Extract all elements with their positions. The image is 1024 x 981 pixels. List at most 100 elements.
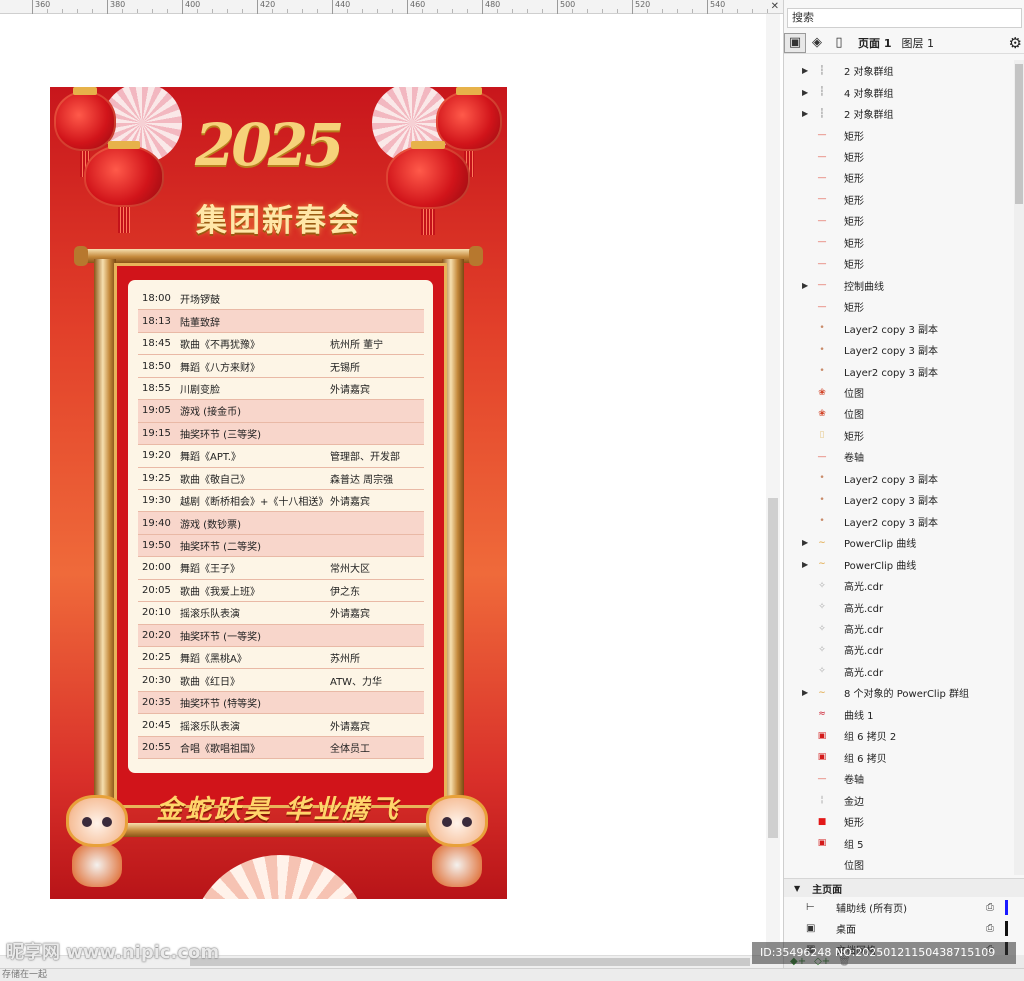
- object-tree-item[interactable]: ❀ 位图: [784, 382, 1014, 403]
- current-page-label[interactable]: 页面 1: [858, 35, 891, 51]
- object-tree-item[interactable]: ¦ 金边: [784, 789, 1014, 810]
- object-tree-item[interactable]: — 矩形: [784, 146, 1014, 167]
- poster-artwork[interactable]: 2025 集团新春会 18:00 开场锣鼓 18:13 陆董致辞 18:45 歌曲《不再犹…: [50, 87, 507, 899]
- schedule-row: 18:00 开场锣鼓: [138, 288, 424, 311]
- object-name: 位图: [844, 410, 864, 422]
- line-icon: —: [817, 194, 827, 205]
- object-tree-item[interactable]: ▶ ∼ 8 个对象的 PowerClip 群组: [784, 682, 1014, 703]
- object-tree-item[interactable]: ≈ 曲线 1: [784, 704, 1014, 725]
- object-tree-item[interactable]: ▶ ∼ PowerClip 曲线: [784, 532, 1014, 553]
- object-tree-item[interactable]: — 矩形: [784, 167, 1014, 188]
- object-tree-item[interactable]: — 卷轴: [784, 768, 1014, 789]
- layers-icon[interactable]: ◈: [806, 33, 828, 53]
- schedule-row: 20:35 抽奖环节 (特等奖): [138, 691, 424, 715]
- current-layer-label[interactable]: 图层 1: [901, 35, 934, 51]
- object-tree-item[interactable]: — 矩形: [784, 124, 1014, 145]
- object-tree-item[interactable]: ▶ ┆ 2 对象群组: [784, 103, 1014, 124]
- object-tree-item[interactable]: • Layer2 copy 3 副本: [784, 489, 1014, 510]
- object-tree-item[interactable]: — 矩形: [784, 189, 1014, 210]
- schedule-row: 20:55 合唱《歌唱祖国》 全体员工: [138, 736, 424, 760]
- schedule-program: 游戏 (数钞票): [180, 519, 241, 531]
- expand-arrow-icon[interactable]: ▶: [802, 688, 808, 697]
- master-page-header[interactable]: ▼ 主页面: [784, 878, 1024, 897]
- schedule-program: 陆董致辞: [180, 317, 220, 329]
- object-name: 矩形: [844, 260, 864, 272]
- object-tree-item[interactable]: — 矩形: [784, 296, 1014, 317]
- year-artwork: 2025: [195, 111, 344, 179]
- schedule-time: 20:25: [142, 652, 171, 664]
- master-layer-row[interactable]: ⊢ 辅助线 (所有页) ⎙: [784, 897, 1024, 918]
- line-icon: —: [817, 172, 827, 183]
- object-name: 高光.cdr: [844, 603, 884, 615]
- schedule-program: 川剧变脸: [180, 384, 220, 396]
- object-tree-item[interactable]: ✧ 高光.cdr: [784, 575, 1014, 596]
- schedule-program: 抽奖环节 (三等奖): [180, 429, 261, 441]
- object-tree-item[interactable]: ▶ ∼ PowerClip 曲线: [784, 553, 1014, 574]
- expand-arrow-icon[interactable]: ▶: [802, 109, 808, 118]
- print-icon[interactable]: ⎙: [986, 902, 994, 913]
- lantern-icon: [436, 87, 502, 177]
- object-name: 卷轴: [844, 453, 864, 465]
- object-name: 位图: [844, 389, 864, 401]
- close-icon[interactable]: ✕: [771, 1, 779, 12]
- object-tree-item[interactable]: ▶ ┆ 4 对象群组: [784, 81, 1014, 102]
- object-tree-item[interactable]: • Layer2 copy 3 副本: [784, 511, 1014, 532]
- object-tree-item[interactable]: • Layer2 copy 3 副本: [784, 468, 1014, 489]
- layer-color-swatch[interactable]: [1005, 921, 1008, 936]
- expand-arrow-icon[interactable]: ▶: [802, 538, 808, 547]
- object-tree-item[interactable]: ▣ 组 5: [784, 832, 1014, 853]
- schedule-performer: 无锡所: [330, 362, 360, 374]
- object-tree-item[interactable]: ▯ 矩形: [784, 425, 1014, 446]
- expand-arrow-icon[interactable]: ▶: [802, 88, 808, 97]
- page-icon[interactable]: ▯: [828, 33, 850, 53]
- schedule-performer: 外请嘉宾: [330, 609, 370, 621]
- layer-color-swatch[interactable]: [1005, 900, 1008, 915]
- expand-arrow-icon[interactable]: ▶: [802, 281, 808, 290]
- object-tree-item[interactable]: ▶ — 控制曲线: [784, 275, 1014, 296]
- schedule-time: 20:10: [142, 607, 171, 619]
- sparkle-icon: ✧: [818, 644, 826, 655]
- expand-arrow-icon[interactable]: ▶: [802, 560, 808, 569]
- canvas-vertical-scrollbar[interactable]: [766, 14, 780, 954]
- dot-icon: •: [819, 516, 825, 527]
- schedule-performer: 外请嘉宾: [330, 721, 370, 733]
- drawing-canvas[interactable]: 360 380 400 420 440 460 480 500 520 540 ✕ 2025 集团…: [0, 0, 783, 968]
- object-tree-item[interactable]: ■ 矩形: [784, 811, 1014, 832]
- search-input[interactable]: 搜索: [787, 8, 1022, 28]
- page-view-icon[interactable]: ▣: [784, 32, 806, 53]
- object-tree-item[interactable]: — 矩形: [784, 210, 1014, 231]
- print-icon[interactable]: ⎙: [986, 923, 994, 934]
- object-tree-item[interactable]: • Layer2 copy 3 副本: [784, 339, 1014, 360]
- object-tree-item[interactable]: — 矩形: [784, 232, 1014, 253]
- object-tree-item[interactable]: ❀ 位图: [784, 403, 1014, 424]
- schedule-row: 20:05 歌曲《我爱上班》 伊之东: [138, 580, 424, 603]
- object-name: Layer2 copy 3 副本: [844, 346, 939, 358]
- expand-arrow-icon[interactable]: ▶: [802, 66, 808, 75]
- horizontal-ruler[interactable]: 360 380 400 420 440 460 480 500 520 540: [0, 0, 783, 14]
- object-tree-item[interactable]: — 卷轴: [784, 446, 1014, 467]
- object-tree-item[interactable]: • Layer2 copy 3 副本: [784, 317, 1014, 338]
- chevron-down-icon[interactable]: ▼: [794, 884, 800, 893]
- object-tree-item[interactable]: ▣ 组 6 拷贝 2: [784, 725, 1014, 746]
- gear-icon[interactable]: ⚙: [1009, 34, 1022, 52]
- schedule-performer: 伊之东: [330, 586, 360, 598]
- line-icon: —: [817, 151, 827, 162]
- object-tree-item[interactable]: ✧ 高光.cdr: [784, 661, 1014, 682]
- ruler-minor-tick: [437, 9, 438, 13]
- object-name: 矩形: [844, 303, 864, 315]
- object-name: 曲线 1: [844, 710, 874, 722]
- object-tree-item[interactable]: ▣ 组 6 拷贝: [784, 747, 1014, 768]
- ruler-minor-tick: [47, 9, 48, 13]
- master-layer-row[interactable]: ▣ 桌面 ⎙: [784, 918, 1024, 939]
- object-tree-item[interactable]: ▶ ┆ 2 对象群组: [784, 60, 1014, 81]
- line-icon: —: [817, 451, 827, 462]
- panel-vertical-scrollbar[interactable]: [1014, 60, 1024, 875]
- schedule-row: 18:45 歌曲《不再犹豫》 杭州所 董宁: [138, 333, 424, 356]
- object-tree-item[interactable]: 位图: [784, 854, 1014, 875]
- object-tree-item[interactable]: • Layer2 copy 3 副本: [784, 360, 1014, 381]
- object-tree-item[interactable]: ✧ 高光.cdr: [784, 618, 1014, 639]
- corel-window: 360 380 400 420 440 460 480 500 520 540 ✕ 2025 集团…: [0, 0, 1024, 981]
- object-tree-item[interactable]: ✧ 高光.cdr: [784, 596, 1014, 617]
- object-tree-item[interactable]: ✧ 高光.cdr: [784, 639, 1014, 660]
- object-tree-item[interactable]: — 矩形: [784, 253, 1014, 274]
